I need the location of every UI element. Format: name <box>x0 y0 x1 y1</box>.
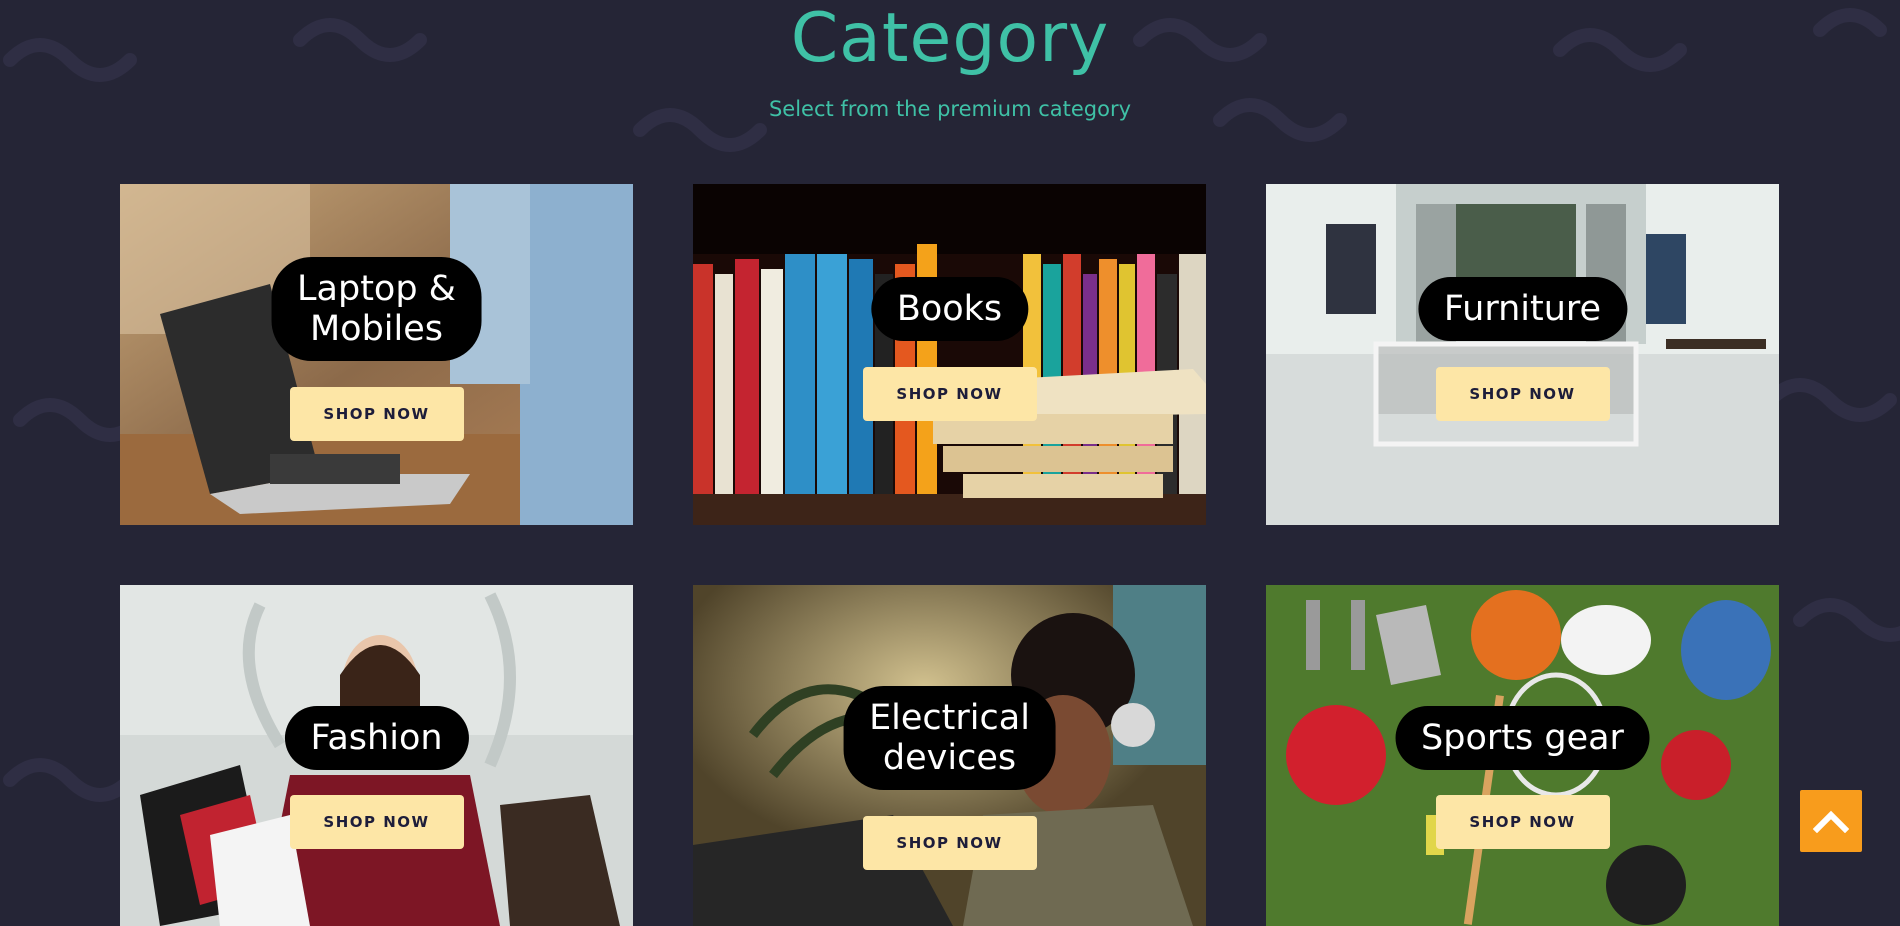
books-photo <box>693 184 1206 525</box>
furniture-photo <box>1266 184 1779 525</box>
category-label: Electrical devices <box>843 686 1056 790</box>
category-label-line: Mobiles <box>309 309 444 349</box>
category-label: Sports gear <box>1395 706 1650 770</box>
category-label-line: devices <box>882 738 1017 778</box>
category-card-sports-gear[interactable]: Sports gear SHOP NOW <box>1266 585 1779 926</box>
category-label: Furniture <box>1417 277 1628 341</box>
shop-now-button[interactable]: SHOP NOW <box>862 367 1037 421</box>
shop-now-button[interactable]: SHOP NOW <box>1435 367 1610 421</box>
category-label-line: Laptop & <box>297 269 456 309</box>
shop-now-button[interactable]: SHOP NOW <box>1435 795 1610 849</box>
category-label: Fashion <box>284 706 469 770</box>
category-card-fashion[interactable]: Fashion SHOP NOW <box>120 585 633 926</box>
shop-now-button[interactable]: SHOP NOW <box>289 795 464 849</box>
shop-now-button[interactable]: SHOP NOW <box>289 387 464 441</box>
category-card-books[interactable]: Books SHOP NOW <box>693 184 1206 525</box>
chevron-up-icon <box>1813 810 1849 833</box>
page-subtitle: Select from the premium category <box>768 97 1132 121</box>
page-title: Category <box>790 0 1110 78</box>
category-label-line: Fashion <box>310 718 443 758</box>
category-label-line: Sports gear <box>1421 718 1624 758</box>
category-label-line: Furniture <box>1443 289 1602 329</box>
category-label-line: Electrical <box>869 698 1030 738</box>
category-card-electrical-devices[interactable]: Electrical devices SHOP NOW <box>693 585 1206 926</box>
category-label-line: Books <box>896 289 1003 329</box>
category-card-laptop-mobiles[interactable]: Laptop & Mobiles SHOP NOW <box>120 184 633 525</box>
scroll-to-top-button[interactable] <box>1800 790 1862 852</box>
category-label: Laptop & Mobiles <box>271 257 482 361</box>
category-card-furniture[interactable]: Furniture SHOP NOW <box>1266 184 1779 525</box>
shop-now-button[interactable]: SHOP NOW <box>862 816 1037 870</box>
category-label: Books <box>870 277 1029 341</box>
